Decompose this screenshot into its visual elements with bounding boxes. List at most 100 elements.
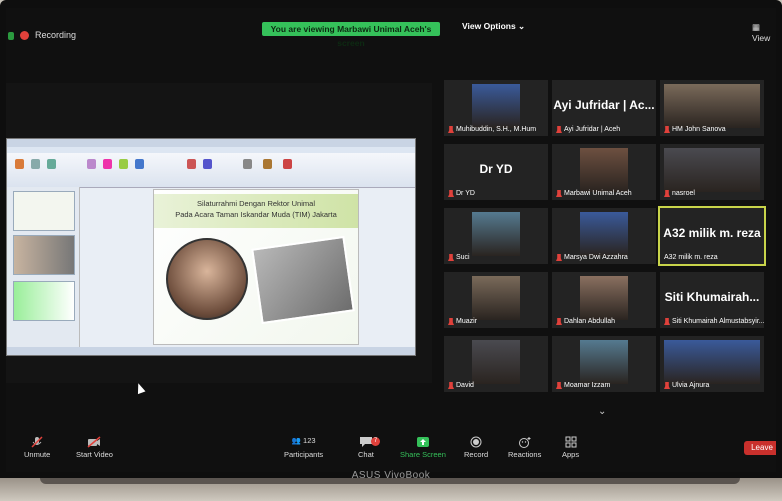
mic-muted-icon [664,126,670,133]
participant-name-bar: Ulvia Ajnura [664,382,709,389]
chart-icon [135,159,144,169]
participant-name: A32 milik m. reza [664,254,718,261]
mic-muted-icon [664,190,670,197]
participant-name: Muazir [456,318,478,325]
view-button[interactable]: ▦ View [752,22,776,43]
participant-tile[interactable]: Dr YD Dr YD [444,144,548,200]
share-screen-label: Share Screen [400,450,446,459]
chat-label: Chat [358,450,374,459]
participant-video [472,212,520,256]
slide-thumbnail[interactable] [13,281,75,321]
paste-icon [15,159,24,169]
camera-off-icon [88,436,101,448]
mic-muted-icon [448,254,454,261]
participant-display-name: Dr YD [479,162,513,176]
participant-tile[interactable]: HM John Sanova [660,80,764,136]
participant-tile[interactable]: Muazir [444,272,548,328]
chat-badge: 7 [371,437,380,446]
participant-video [664,148,760,192]
participant-name-bar: Dahlan Abdullah [556,318,615,325]
participant-name-bar: Marbawi Unimal Aceh [556,190,632,197]
record-button[interactable]: Record [464,436,488,459]
participant-tile[interactable]: Suci [444,208,548,264]
chevron-down-icon[interactable]: ⌄ [598,406,606,417]
ppt-titlebar [7,139,415,147]
participant-video [472,340,520,384]
participant-tile[interactable]: Siti Khumairah... Siti Khumairah Almustab… [660,272,764,328]
current-slide: Silaturrahmi Dengan Rektor Unimal Pada A… [153,189,359,345]
mic-muted-icon [556,126,562,133]
reactions-label: Reactions [508,450,542,459]
leave-button[interactable]: Leave [744,441,776,455]
participant-name: Dahlan Abdullah [564,318,615,325]
video-insert-icon [283,159,292,169]
mic-muted-icon [448,190,454,197]
participant-name-bar: Muhibuddin, S.H., M.Hum [448,126,536,133]
clipart-icon [119,159,128,169]
participants-button[interactable]: 👥 123 Participants [284,436,323,459]
participant-video [580,340,628,384]
mic-muted-icon [556,382,562,389]
participant-display-name: Ayi Jufridar | Ac... [553,98,655,112]
participant-name: David [456,382,474,389]
participant-tile[interactable]: Moamar Izzam [552,336,656,392]
participant-video [664,340,760,384]
participant-tile[interactable]: Muhibuddin, S.H., M.Hum [444,80,548,136]
participant-name-bar: HM John Sanova [664,126,726,133]
ppt-ribbon [7,153,415,188]
view-options-button[interactable]: View Options ⌄ [462,21,525,32]
unmute-button[interactable]: Unmute [24,436,50,459]
grid-icon: ▦ [752,22,761,32]
participant-name: HM John Sanova [672,126,726,133]
slide-title-line1: Silaturrahmi Dengan Rektor Unimal [197,199,315,208]
participant-tile[interactable]: Ayi Jufridar | Ac... Ayi Jufridar | Aceh [552,80,656,136]
participant-name-bar: A32 milik m. reza [664,254,718,261]
participant-name-bar: Dr YD [448,190,475,197]
participant-tile[interactable]: nasroel [660,144,764,200]
table-icon [87,159,96,169]
participant-tile[interactable]: David [444,336,548,392]
mic-muted-icon [448,318,454,325]
participant-video [472,276,520,320]
shared-powerpoint-window: Silaturrahmi Dengan Rektor Unimal Pada A… [6,138,416,356]
slide-collage-photo [251,235,355,325]
picture-icon [103,159,112,169]
participant-name: nasroel [672,190,695,197]
ppt-statusbar [7,347,415,355]
participant-name: Marsya Dwi Azzahra [564,254,628,261]
start-video-label: Start Video [76,450,113,459]
participant-tile[interactable]: A32 milik m. reza A32 milik m. reza [658,206,766,266]
share-screen-icon [416,437,429,447]
participant-name-bar: Marsya Dwi Azzahra [556,254,628,261]
participant-video [472,84,520,128]
slide-thumbnail[interactable] [13,191,75,231]
apps-label: Apps [562,450,580,459]
participant-name-bar: nasroel [664,190,695,197]
participant-tile[interactable]: Ulvia Ajnura [660,336,764,392]
share-screen-button[interactable]: Share Screen [400,436,446,459]
apps-icon [565,436,577,448]
wordart-icon [203,159,212,169]
participant-tile[interactable]: Dahlan Abdullah [552,272,656,328]
recording-dot-icon [20,30,29,40]
reactions-button[interactable]: Reactions [508,436,541,459]
participant-name: Dr YD [456,190,475,197]
apps-button[interactable]: Apps [562,436,579,459]
mic-muted-icon [556,254,562,261]
slide-thumbnail[interactable] [13,235,75,275]
recording-indicator[interactable]: Recording [20,30,76,40]
laptop-brand-label: ASUS VivoBook [351,470,431,481]
participant-video [580,212,628,256]
participant-tile[interactable]: Marsya Dwi Azzahra [552,208,656,264]
security-shield-icon[interactable] [8,32,14,40]
mic-muted-icon [556,190,562,197]
equation-icon [243,159,252,169]
start-video-button[interactable]: Start Video [76,436,113,459]
participant-name: Ayi Jufridar | Aceh [564,126,621,133]
participant-name-bar: Moamar Izzam [556,382,610,389]
participant-display-name: A32 milik m. reza [663,226,761,240]
symbol-icon [263,159,272,169]
participant-tile[interactable]: Marbawi Unimal Aceh [552,144,656,200]
mic-muted-icon [448,126,454,133]
participant-display-name: Siti Khumairah... [664,290,760,304]
